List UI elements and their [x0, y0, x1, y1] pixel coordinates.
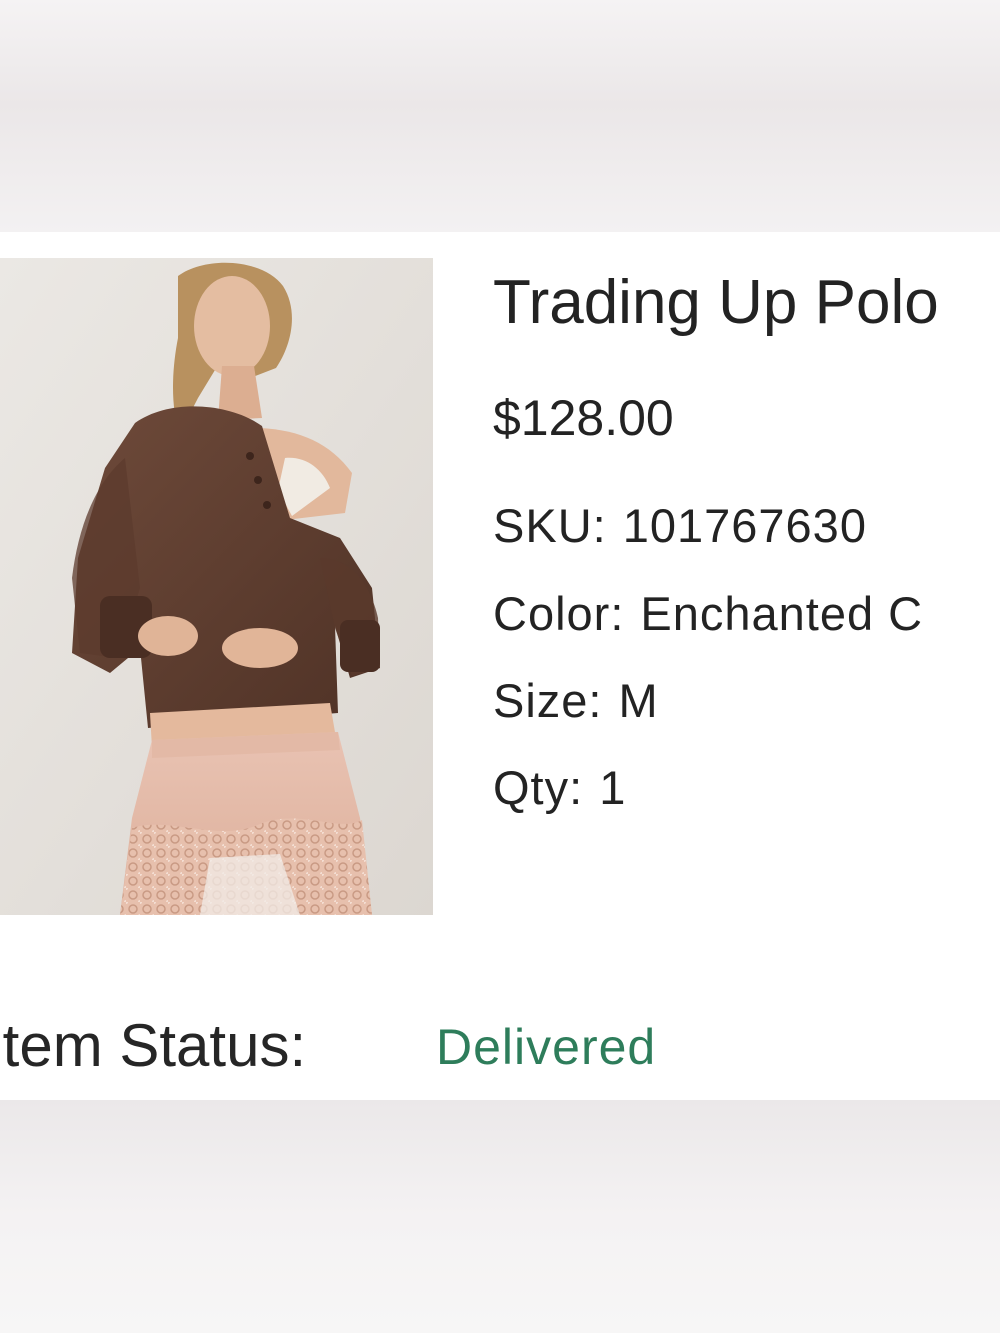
item-status-row: Item Status: Delivered [0, 1011, 655, 1081]
order-item-card: Trading Up Polo $128.00 SKU: 101767630 Co… [0, 232, 1000, 1100]
product-image[interactable] [0, 258, 433, 915]
color-value: Enchanted C [640, 587, 924, 640]
background-bottom [0, 1100, 1000, 1333]
qty-label: Qty: [493, 761, 584, 814]
qty-value: 1 [599, 761, 627, 814]
size-row: Size: M [493, 673, 659, 729]
size-label: Size: [493, 674, 603, 727]
background-top [0, 0, 1000, 232]
item-status-value: Delivered [436, 1019, 657, 1075]
product-photo [0, 258, 433, 915]
color-row: Color: Enchanted C [493, 586, 923, 642]
product-price: $128.00 [493, 390, 674, 446]
qty-row: Qty: 1 [493, 760, 626, 816]
sku-label: SKU: [493, 499, 607, 552]
sku-value: 101767630 [622, 499, 867, 552]
sku-row: SKU: 101767630 [493, 498, 867, 554]
product-title[interactable]: Trading Up Polo [493, 268, 939, 338]
color-label: Color: [493, 587, 625, 640]
item-status-label: Item Status: [0, 1012, 307, 1079]
size-value: M [618, 674, 659, 727]
